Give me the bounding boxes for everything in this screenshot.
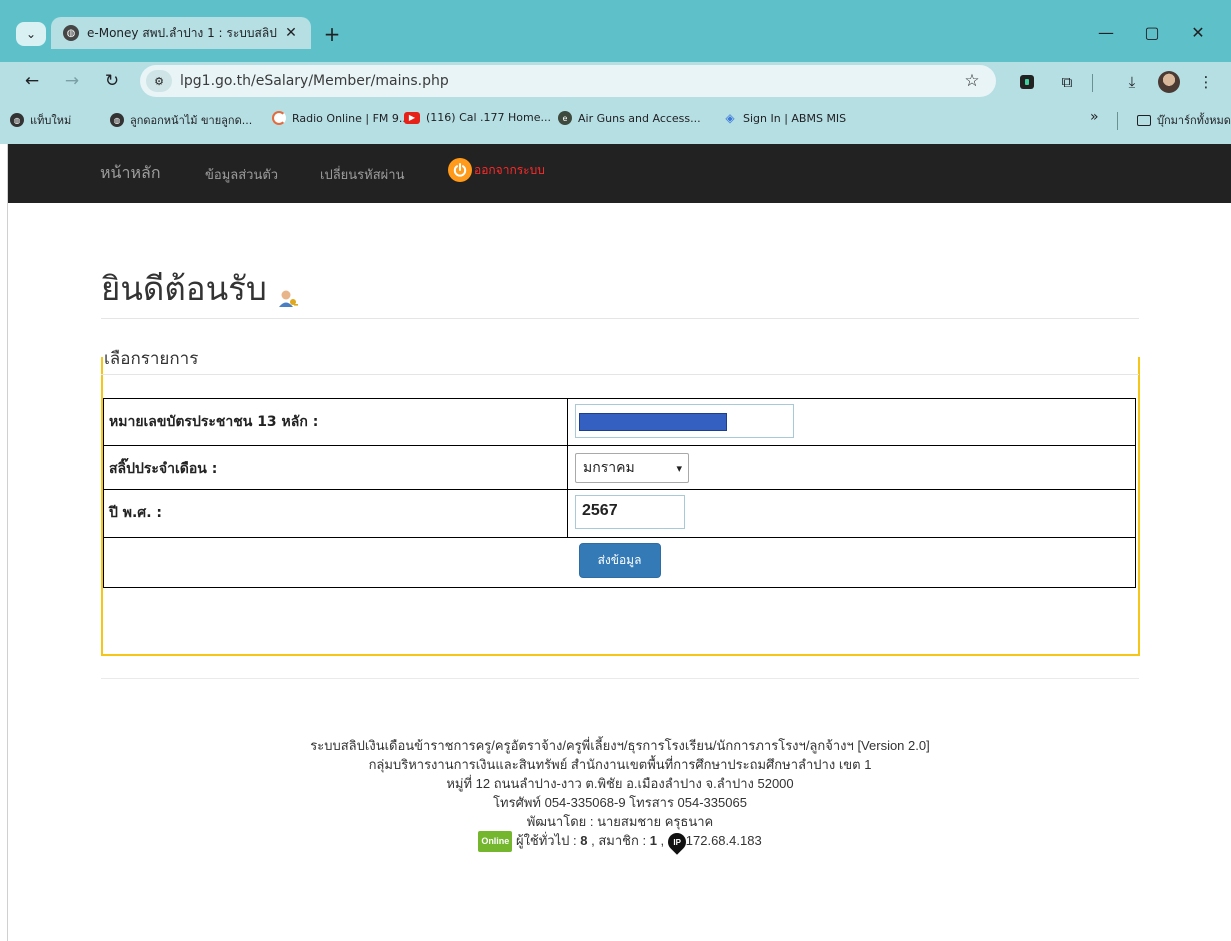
- all-bookmarks-button[interactable]: บุ๊กมาร์กทั้งหมด: [1137, 111, 1231, 129]
- slip-month-label: สลิ๊ปประจำเดือน :: [103, 445, 568, 490]
- tab-search-button[interactable]: ⌄: [16, 22, 46, 46]
- footer-org-line: กลุ่มบริหารงานการเงินและสินทรัพย์ สำนักง…: [368, 757, 872, 772]
- footer-developer-line: พัฒนาโดย : นายสมชาย ครุธนาค: [526, 814, 714, 829]
- footer-address-line: หมู่ที่ 12 ถนนลำปาง-งาว ต.พิชัย อ.เมืองล…: [446, 776, 794, 791]
- table-row: สลิ๊ปประจำเดือน : มกราคม ▾: [103, 445, 1136, 490]
- bookmarks-divider: [1117, 112, 1118, 130]
- id-cell: [567, 398, 1136, 446]
- forward-arrow-icon[interactable]: →: [58, 67, 86, 95]
- reload-icon[interactable]: ↻: [98, 67, 126, 95]
- tab-strip: ⌄ ◍ e-Money สพป.ลำปาง 1 : ระบบสลิป ✕ + —…: [0, 0, 1231, 62]
- youtube-icon: ▶: [404, 111, 420, 124]
- table-row: หมายเลขบัตรประชาชน 13 หลัก :: [103, 398, 1136, 446]
- kebab-menu-icon[interactable]: ⋮: [1194, 70, 1218, 94]
- divider: [101, 678, 1139, 679]
- extensions-puzzle-icon[interactable]: ⧉: [1055, 70, 1079, 94]
- back-arrow-icon[interactable]: ←: [18, 67, 46, 95]
- year-label: ปี พ.ศ. :: [103, 489, 568, 538]
- footer-stats-line: Online ผู้ใช้ทั่วไป : 8 , สมาชิก : 1 , I…: [101, 828, 1139, 855]
- bookmark-item[interactable]: ◍ แท็บใหม่: [10, 111, 71, 129]
- nav-profile[interactable]: ข้อมูลส่วนตัว: [205, 164, 278, 185]
- browser-toolbar: ← → ↻ ⚙ lpg1.go.th/eSalary/Member/mains.…: [0, 62, 1231, 102]
- extension-icon[interactable]: [1015, 70, 1039, 94]
- more-bookmarks-button[interactable]: »: [1090, 109, 1099, 125]
- window-close-icon[interactable]: ✕: [1176, 18, 1220, 46]
- citizen-id-input[interactable]: [575, 404, 794, 438]
- site-logo-icon: e: [558, 111, 572, 125]
- browser-chrome: ⌄ ◍ e-Money สพป.ลำปาง 1 : ระบบสลิป ✕ + —…: [0, 0, 1231, 144]
- site-info-icon[interactable]: ⚙: [146, 70, 172, 92]
- visitors-label: ผู้ใช้ทั่วไป :: [515, 833, 577, 848]
- welcome-title-text: ยินดีต้อนรับ: [101, 269, 267, 308]
- submit-button[interactable]: ส่งข้อมูล: [578, 543, 661, 578]
- slip-form-table: หมายเลขบัตรประชาชน 13 หลัก : สลิ๊ปประจำเ…: [103, 398, 1136, 588]
- url-text[interactable]: lpg1.go.th/eSalary/Member/mains.php: [180, 73, 958, 89]
- year-cell: 2567: [567, 489, 1136, 538]
- page-title: ยินดีต้อนรับ: [101, 262, 299, 315]
- bookmark-item[interactable]: e Air Guns and Access...: [558, 111, 701, 125]
- month-select[interactable]: มกราคม ▾: [575, 453, 689, 483]
- id-label: หมายเลขบัตรประชาชน 13 หลัก :: [103, 398, 568, 446]
- folder-icon: [1137, 114, 1151, 126]
- nav-change-password[interactable]: เปลี่ยนรหัสผ่าน: [320, 164, 404, 185]
- month-select-value: มกราคม: [583, 460, 635, 476]
- user-key-icon: [277, 278, 299, 307]
- bookmarks-bar: ◍ แท็บใหม่ ◍ ลูกดอกหน้าไม้ ขายลูกด... Ra…: [0, 102, 1231, 138]
- browser-tab-active[interactable]: ◍ e-Money สพป.ลำปาง 1 : ระบบสลิป ✕: [51, 17, 311, 49]
- toolbar-divider: [1092, 74, 1093, 92]
- submit-cell: ส่งข้อมูล: [103, 537, 1136, 588]
- nav-logout[interactable]: ออกจากระบบ: [448, 158, 545, 182]
- close-icon[interactable]: ✕: [281, 23, 301, 43]
- globe-icon: ◍: [110, 113, 124, 127]
- members-label: , สมาชิก :: [591, 833, 647, 848]
- logout-label: ออกจากระบบ: [474, 162, 545, 177]
- maximize-icon[interactable]: ▢: [1130, 18, 1174, 46]
- redacted-id-value: [579, 413, 727, 431]
- address-bar[interactable]: ⚙ lpg1.go.th/eSalary/Member/mains.php ☆: [140, 65, 996, 97]
- globe-icon: ◍: [63, 25, 79, 41]
- globe-icon: ◍: [10, 113, 24, 127]
- online-badge: Online: [478, 831, 513, 853]
- tab-title: e-Money สพป.ลำปาง 1 : ระบบสลิป: [87, 25, 277, 40]
- bookmark-item[interactable]: ◈ Sign In | ABMS MIS: [723, 111, 846, 125]
- download-icon[interactable]: ⤓: [1120, 70, 1144, 94]
- ip-address: 172.68.4.183: [685, 833, 762, 848]
- panel-legend: เลือกรายการ: [104, 345, 203, 372]
- minimize-icon[interactable]: —: [1084, 18, 1128, 46]
- new-tab-button[interactable]: +: [318, 20, 346, 48]
- nav-home[interactable]: หน้าหลัก: [100, 161, 161, 186]
- profile-avatar[interactable]: [1157, 70, 1181, 94]
- chevron-down-icon: ▾: [676, 461, 682, 475]
- bookmark-item[interactable]: ▶ (116) Cal .177 Home...: [404, 111, 551, 124]
- chevron-down-icon: ⌄: [25, 27, 37, 41]
- members-count: 1: [649, 833, 657, 848]
- viewport-edge: [0, 144, 8, 941]
- footer: ระบบสลิปเงินเดือนข้าราชการครู/ครูอัตราจ้…: [101, 736, 1139, 855]
- bookmark-star-icon[interactable]: ☆: [958, 71, 986, 91]
- visitors-count: 8: [580, 833, 588, 848]
- bookmark-item[interactable]: ◍ ลูกดอกหน้าไม้ ขายลูกด...: [110, 111, 252, 129]
- month-cell: มกราคม ▾: [567, 445, 1136, 490]
- layers-icon: ◈: [725, 111, 735, 125]
- divider: [101, 318, 1139, 319]
- table-row: ปี พ.ศ. : 2567: [103, 489, 1136, 538]
- power-icon: [448, 158, 472, 182]
- bookmark-item[interactable]: Radio Online | FM 9...: [272, 111, 409, 125]
- year-input[interactable]: 2567: [575, 495, 685, 529]
- footer-phone-line: โทรศัพท์ 054-335068-9 โทรสาร 054-335065: [493, 795, 747, 810]
- footer-system-line: ระบบสลิปเงินเดือนข้าราชการครู/ครูอัตราจ้…: [310, 738, 930, 753]
- top-navbar: หน้าหลัก ข้อมูลส่วนตัว เปลี่ยนรหัสผ่าน อ…: [8, 144, 1231, 203]
- table-row: ส่งข้อมูล: [103, 537, 1136, 588]
- legend-divider: [101, 374, 1139, 375]
- radio-icon: [272, 111, 286, 125]
